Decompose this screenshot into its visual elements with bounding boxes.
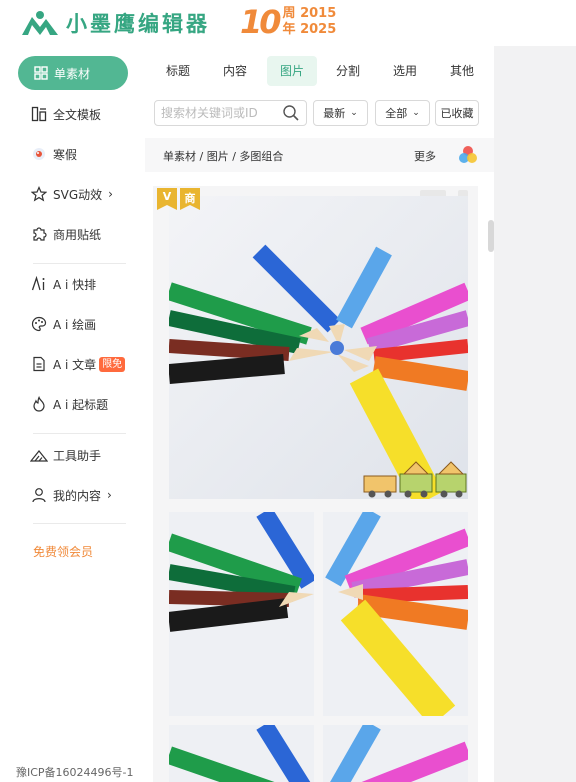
holiday-icon xyxy=(30,145,48,163)
tab-divider[interactable]: 分割 xyxy=(328,56,368,86)
sort-value: 最新 xyxy=(323,107,346,120)
sidebar-item-label: A i 起标题 xyxy=(53,397,109,412)
tools-icon xyxy=(30,446,48,464)
brand-name: 小墨鹰编辑器 xyxy=(66,12,210,36)
sidebar-item-ai-title[interactable]: A i 起标题 xyxy=(30,390,108,418)
sidebar-item-svg-effects[interactable]: SVG动效 › xyxy=(30,180,113,208)
eagle-logo-icon xyxy=(22,11,58,35)
sidebar-item-label: A i 快排 xyxy=(53,277,97,292)
tab-content[interactable]: 内容 xyxy=(215,56,255,86)
commercial-tag-label: 商 xyxy=(184,192,196,205)
ai-icon xyxy=(30,275,48,293)
puzzle-icon xyxy=(30,225,48,243)
brand-logo[interactable]: 小墨鹰编辑器 xyxy=(20,8,210,38)
pencil-right-image xyxy=(323,512,468,716)
image-tile-left[interactable] xyxy=(169,725,314,782)
favorites-button[interactable]: 已收藏 xyxy=(435,100,479,126)
icp-record[interactable]: 豫ICP备16024496号-1 xyxy=(16,764,134,780)
flame-icon xyxy=(30,395,48,413)
image-tile-right[interactable] xyxy=(323,512,468,716)
anniversary-year-1: 2015 xyxy=(300,6,337,21)
search-icon[interactable] xyxy=(282,104,300,122)
star-icon xyxy=(30,185,48,203)
sidebar-item-ai-paint[interactable]: A i 绘画 xyxy=(30,310,96,338)
sidebar-item-label: A i 绘画 xyxy=(53,317,97,332)
image-tile-left[interactable] xyxy=(169,512,314,716)
breadcrumb-bar: 单素材 / 图片 / 多图组合 更多 xyxy=(145,138,494,172)
sidebar-item-single-material[interactable]: 单素材 xyxy=(18,56,128,90)
free-vip-link[interactable]: 免费领会员 xyxy=(33,543,93,560)
anniversary-word-1: 周 xyxy=(282,6,296,21)
sidebar-item-templates[interactable]: 全文模板 xyxy=(30,100,101,128)
anniversary-number: 10 xyxy=(240,3,281,41)
sidebar-item-label: SVG动效 xyxy=(53,187,103,202)
more-link[interactable]: 更多 xyxy=(414,148,436,164)
grid-icon xyxy=(34,66,48,80)
anniversary-year-2: 2025 xyxy=(300,22,337,37)
free-badge: 限免 xyxy=(99,356,126,372)
sidebar-divider xyxy=(33,523,126,524)
sidebar-divider xyxy=(33,263,126,264)
sidebar-item-label: A i 文章 xyxy=(53,357,97,372)
tab-image[interactable]: 图片 xyxy=(267,56,317,86)
sidebar-item-ai-layout[interactable]: A i 快排 xyxy=(30,270,96,298)
sidebar-item-label: 商用贴纸 xyxy=(53,227,102,242)
scope-dropdown[interactable]: 全部 ⌄ xyxy=(375,100,430,126)
sidebar-item-holiday[interactable]: 寒假 xyxy=(30,140,77,168)
color-filter-icon[interactable] xyxy=(457,144,479,166)
sidebar-divider xyxy=(33,433,126,434)
tab-title[interactable]: 标题 xyxy=(158,56,198,86)
editor-canvas-area xyxy=(494,46,576,782)
tab-other[interactable]: 其他 xyxy=(442,56,482,86)
pencil-left-image xyxy=(169,512,314,716)
sidebar-active-label: 单素材 xyxy=(54,66,91,81)
image-tile-right[interactable] xyxy=(323,725,468,782)
sidebar-item-my-content[interactable]: 我的内容 › xyxy=(30,481,112,509)
chevron-down-icon: ⌄ xyxy=(412,108,420,118)
scrollbar-thumb[interactable] xyxy=(488,220,494,252)
pencil-right-image xyxy=(323,725,468,782)
sort-dropdown[interactable]: 最新 ⌄ xyxy=(313,100,368,126)
doc-icon xyxy=(30,355,48,373)
sidebar-item-label: 工具助手 xyxy=(53,448,102,463)
breadcrumb[interactable]: 单素材 / 图片 / 多图组合 xyxy=(163,148,283,164)
user-icon xyxy=(30,486,48,504)
search-box xyxy=(154,100,307,126)
scope-value: 全部 xyxy=(385,107,408,120)
tab-selected[interactable]: 选用 xyxy=(385,56,425,86)
sidebar-item-stickers[interactable]: 商用贴纸 xyxy=(30,220,101,248)
image-tile-large[interactable] xyxy=(169,196,468,499)
sidebar-item-label: 我的内容 xyxy=(53,488,102,503)
chevron-right-icon: › xyxy=(108,187,113,201)
sidebar-item-label: 寒假 xyxy=(53,147,78,162)
palette-icon xyxy=(30,315,48,333)
template-icon xyxy=(30,105,48,123)
pencil-fan-image xyxy=(169,196,468,499)
app-header: 小墨鹰编辑器 10 周 2015 年 2025 xyxy=(0,0,576,46)
sidebar-item-tools[interactable]: 工具助手 xyxy=(30,441,101,469)
pencil-left-image xyxy=(169,725,314,782)
anniversary-word-2: 年 xyxy=(282,22,296,37)
sidebar-item-label: 全文模板 xyxy=(53,107,102,122)
search-input[interactable] xyxy=(155,106,279,120)
category-tabs: 标题 内容 图片 分割 选用 其他 xyxy=(145,56,494,86)
vip-tag-icon: V xyxy=(157,188,177,210)
chevron-right-icon: › xyxy=(107,488,112,502)
vip-tag-label: V xyxy=(162,190,172,203)
sidebar: 单素材 全文模板 寒假 SVG动效 › 商用贴纸 A i 快排 A i 绘画 A… xyxy=(0,46,145,782)
commercial-tag-icon: 商 xyxy=(180,188,200,210)
chevron-down-icon: ⌄ xyxy=(350,108,358,118)
sidebar-item-ai-article[interactable]: A i 文章 限免 xyxy=(30,350,126,378)
anniversary-badge: 10 周 2015 年 2025 xyxy=(240,4,336,40)
